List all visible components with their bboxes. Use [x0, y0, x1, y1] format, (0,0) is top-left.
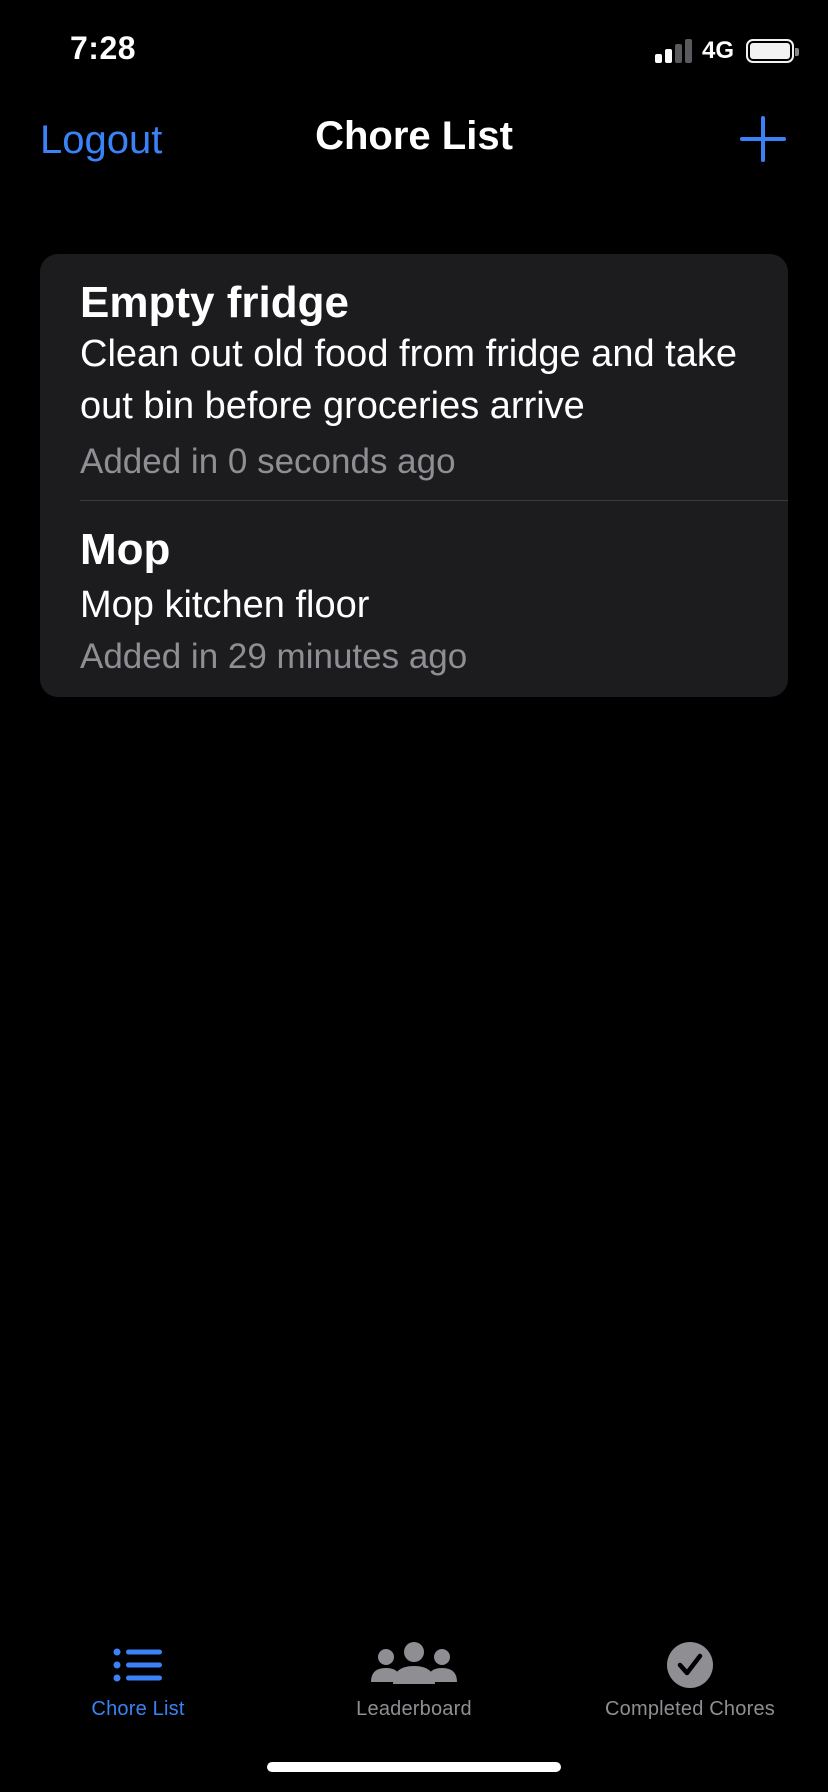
- signal-bar: [684, 39, 692, 63]
- tab-leaderboard[interactable]: Leaderboard: [276, 1620, 552, 1730]
- chore-added-time: Added in 29 minutes ago: [80, 637, 468, 676]
- chore-added-time: Added in 0 seconds ago: [80, 442, 456, 481]
- add-chore-button[interactable]: [740, 116, 786, 162]
- status-indicators: 4G: [654, 36, 799, 66]
- list-icon: [113, 1648, 162, 1682]
- checkmark-circle-icon: [667, 1642, 713, 1688]
- signal-bar: [674, 44, 682, 63]
- battery-fill: [750, 43, 790, 59]
- signal-bar: [664, 49, 672, 63]
- chore-title: Mop: [80, 525, 171, 574]
- status-bar: 7:28 4G: [0, 0, 828, 100]
- battery-icon: [746, 39, 799, 63]
- tab-chore-list[interactable]: Chore List: [0, 1620, 276, 1730]
- navigation-bar: Logout Chore List: [0, 100, 828, 180]
- cellular-signal-icon: [654, 39, 692, 63]
- tab-label: Chore List: [91, 1698, 185, 1720]
- tab-bar: Chore List Leaderboard Completed Chores: [0, 1620, 828, 1740]
- chore-row[interactable]: Mop Mop kitchen floor Added in 29 minute…: [40, 501, 788, 697]
- people-icon: [371, 1642, 457, 1684]
- tab-completed-chores[interactable]: Completed Chores: [552, 1620, 828, 1730]
- chore-list: Empty fridge Clean out old food from fri…: [40, 254, 788, 697]
- plus-icon: [740, 116, 786, 162]
- chore-description: Mop kitchen floor: [80, 584, 370, 626]
- status-time: 7:28: [70, 30, 137, 66]
- chore-row[interactable]: Empty fridge Clean out old food from fri…: [40, 254, 788, 501]
- page-title: Chore List: [315, 114, 513, 158]
- network-type: 4G: [701, 37, 734, 64]
- chore-description: Clean out old food from fridge and take …: [80, 333, 737, 427]
- home-indicator[interactable]: [267, 1762, 561, 1772]
- signal-bar: [654, 54, 662, 63]
- tab-label: Completed Chores: [605, 1698, 775, 1720]
- tab-label: Leaderboard: [356, 1698, 472, 1720]
- chore-title: Empty fridge: [80, 278, 349, 327]
- screen: 7:28 4G Logout Chore List Empty fridge C…: [0, 0, 828, 1792]
- battery-cap: [795, 48, 799, 56]
